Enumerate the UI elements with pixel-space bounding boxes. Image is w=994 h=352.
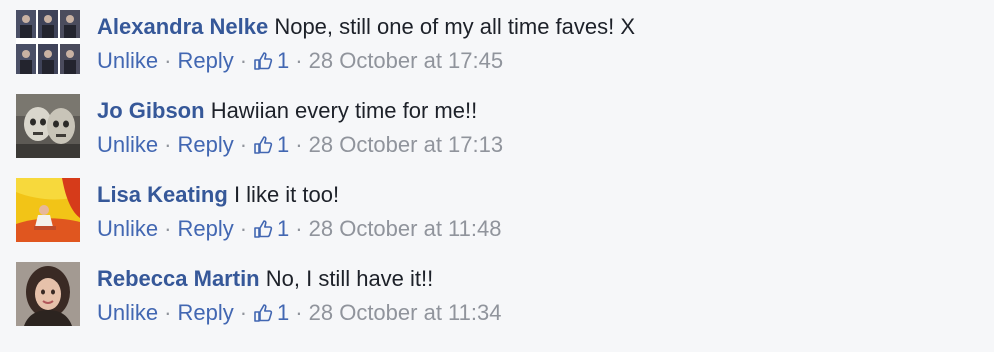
avatar[interactable] <box>16 10 80 74</box>
comment-item: Lisa Keating I like it too! Unlike · Reply… <box>16 178 976 244</box>
thumbs-up-icon <box>254 136 273 154</box>
separator: · <box>239 300 248 325</box>
separator: · <box>295 216 303 241</box>
thumbs-up-icon <box>254 52 273 70</box>
timestamp[interactable]: 28 October at 17:13 <box>309 132 503 157</box>
comment-item: Jo Gibson Hawiian every time for me!! Un… <box>16 94 976 160</box>
reply-button[interactable]: Reply <box>177 132 233 157</box>
comment-actions: Unlike · Reply · 1 · 28 October at 11:34 <box>97 296 976 330</box>
comment-text: I like it too! <box>233 182 340 207</box>
avatar[interactable] <box>16 178 80 242</box>
like-count: 1 <box>277 132 290 157</box>
thumbs-up-icon <box>254 220 273 238</box>
comment-text: Hawiian every time for me!! <box>210 98 478 123</box>
comment-line: Jo Gibson Hawiian every time for me!! <box>97 94 976 128</box>
comment-author-link[interactable]: Alexandra Nelke <box>97 14 268 39</box>
unlike-button[interactable]: Unlike <box>97 216 158 241</box>
thumbs-up-icon <box>254 304 273 322</box>
like-count-link[interactable]: 1 <box>253 48 289 73</box>
comment-item: Alexandra Nelke Nope, still one of my al… <box>16 10 976 76</box>
comment-author-link[interactable]: Rebecca Martin <box>97 266 260 291</box>
reply-button[interactable]: Reply <box>177 48 233 73</box>
like-count-link[interactable]: 1 <box>253 216 289 241</box>
reply-button[interactable]: Reply <box>177 216 233 241</box>
timestamp[interactable]: 28 October at 11:48 <box>309 216 502 241</box>
unlike-button[interactable]: Unlike <box>97 132 158 157</box>
timestamp[interactable]: 28 October at 17:45 <box>309 48 503 73</box>
profile-photo-icon <box>16 94 80 158</box>
like-count-link[interactable]: 1 <box>253 300 289 325</box>
comment-actions: Unlike · Reply · 1 · 28 October at 11:48 <box>97 212 976 246</box>
separator: · <box>164 132 172 157</box>
separator: · <box>295 132 303 157</box>
comment-line: Lisa Keating I like it too! <box>97 178 976 212</box>
comment-author-link[interactable]: Jo Gibson <box>97 98 205 123</box>
comment-text: Nope, still one of my all time faves! X <box>274 14 636 39</box>
like-count: 1 <box>277 48 290 73</box>
separator: · <box>164 300 172 325</box>
reply-button[interactable]: Reply <box>177 300 233 325</box>
separator: · <box>164 48 172 73</box>
comment-author-link[interactable]: Lisa Keating <box>97 182 228 207</box>
comment-actions: Unlike · Reply · 1 · 28 October at 17:45 <box>97 44 976 78</box>
comment-actions: Unlike · Reply · 1 · 28 October at 17:13 <box>97 128 976 162</box>
separator: · <box>239 132 248 157</box>
profile-photo-icon <box>16 178 80 242</box>
unlike-button[interactable]: Unlike <box>97 48 158 73</box>
separator: · <box>239 48 248 73</box>
timestamp[interactable]: 28 October at 11:34 <box>309 300 502 325</box>
comment-text: No, I still have it!! <box>265 266 434 291</box>
separator: · <box>295 300 303 325</box>
profile-photo-icon <box>16 262 80 326</box>
separator: · <box>295 48 303 73</box>
comment-line: Rebecca Martin No, I still have it!! <box>97 262 976 296</box>
like-count: 1 <box>277 216 290 241</box>
like-count: 1 <box>277 300 290 325</box>
like-count-link[interactable]: 1 <box>253 132 289 157</box>
comment-line: Alexandra Nelke Nope, still one of my al… <box>97 10 976 44</box>
profile-photo-icon <box>16 10 80 74</box>
avatar[interactable] <box>16 94 80 158</box>
comment-item: Rebecca Martin No, I still have it!! Unl… <box>16 262 976 328</box>
unlike-button[interactable]: Unlike <box>97 300 158 325</box>
separator: · <box>164 216 172 241</box>
separator: · <box>239 216 248 241</box>
avatar[interactable] <box>16 262 80 326</box>
